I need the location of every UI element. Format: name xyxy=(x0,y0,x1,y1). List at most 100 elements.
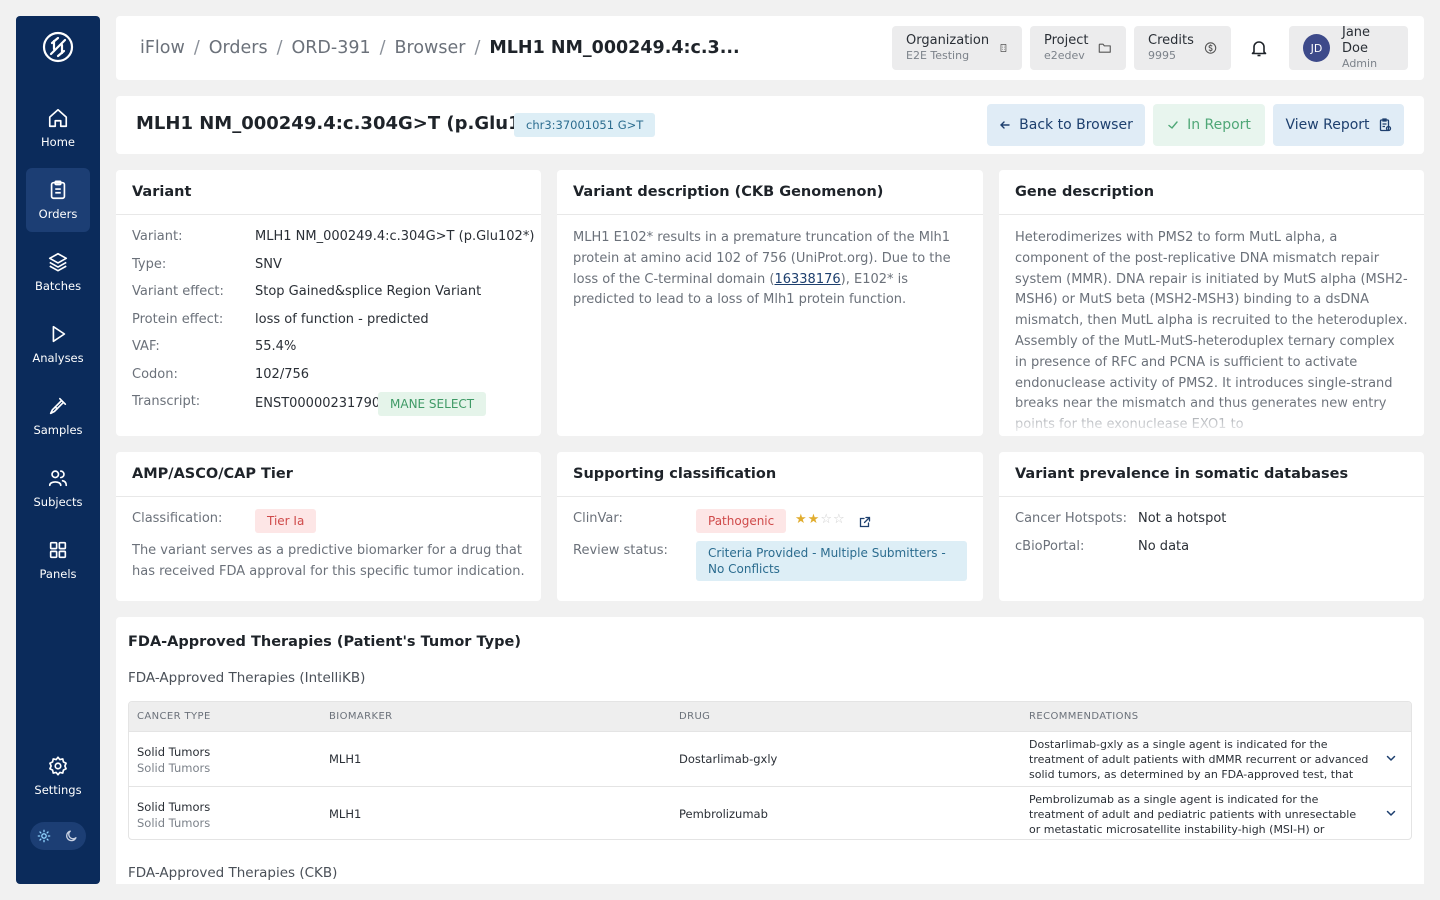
sidebar-item-analyses[interactable]: Analyses xyxy=(26,312,90,376)
sidebar-item-settings[interactable]: Settings xyxy=(26,744,90,808)
arrow-left-icon xyxy=(1000,121,1010,129)
breadcrumb-current: MLH1 NM_000249.4:c.3... xyxy=(489,38,740,58)
therapies-table: CANCER TYPE BIOMARKER DRUG RECOMMENDATIO… xyxy=(128,701,1412,840)
vaf-label: VAF: xyxy=(132,339,160,354)
breadcrumb-order[interactable]: ORD-391 xyxy=(291,38,370,58)
user-role: Admin xyxy=(1341,57,1378,70)
cbioportal-label: cBioPortal: xyxy=(1015,539,1085,554)
credits-display[interactable]: Credits 9995 xyxy=(1134,26,1231,70)
supporting-classification-card: Supporting classification ClinVar: Patho… xyxy=(557,452,983,601)
sidebar-item-label: Subjects xyxy=(33,495,83,509)
theme-toggle[interactable] xyxy=(30,822,86,850)
user-name: Jane Doe xyxy=(1341,25,1371,56)
vaf-value: 55.4% xyxy=(255,339,297,354)
therapies-ckb-subtitle: FDA-Approved Therapies (CKB) xyxy=(128,865,338,881)
moon-icon[interactable] xyxy=(65,829,79,843)
chevron-down-icon[interactable] xyxy=(1384,806,1398,820)
report-icon xyxy=(1379,118,1391,132)
protein-effect-value: loss of function - predicted xyxy=(255,312,429,327)
top-header: iFlow / Orders / ORD-391 / Browser / MLH… xyxy=(116,16,1424,80)
sidebar-item-samples[interactable]: Samples xyxy=(26,384,90,448)
sidebar-item-label: Analyses xyxy=(32,351,84,365)
variant-effect-value: Stop Gained&splice Region Variant xyxy=(255,284,482,299)
drug-cell: Pembrolizumab xyxy=(679,807,768,821)
bell-icon[interactable] xyxy=(1249,38,1269,58)
back-to-browser-button[interactable]: Back to Browser xyxy=(987,104,1145,146)
settings-label: Settings xyxy=(34,783,82,797)
sidebar-item-batches[interactable]: Batches xyxy=(26,240,90,304)
project-selector[interactable]: Project e2edev xyxy=(1030,26,1126,70)
therapies-intellikb-subtitle: FDA-Approved Therapies (IntelliKB) xyxy=(128,670,366,686)
check-icon xyxy=(1168,121,1178,129)
sidebar-item-subjects[interactable]: Subjects xyxy=(26,456,90,520)
recommendation-cell: Pembrolizumab as a single agent is indic… xyxy=(1029,793,1357,836)
transcript-value: ENST00000231790 xyxy=(255,396,381,411)
table-row[interactable]: Solid Tumors Solid Tumors MLH1 Dostarlim… xyxy=(129,731,1411,786)
cancer-type-cell: Solid Tumors Solid Tumors xyxy=(137,744,210,776)
column-biomarker[interactable]: BIOMARKER xyxy=(329,711,393,722)
breadcrumb-orders[interactable]: Orders xyxy=(209,38,268,58)
view-report-label: View Report xyxy=(1285,117,1370,133)
type-label: Type: xyxy=(132,257,167,272)
sidebar-item-panels[interactable]: Panels xyxy=(26,528,90,592)
tier-card: AMP/ASCO/CAP Tier Classification: Tier I… xyxy=(116,452,541,601)
chevron-down-icon[interactable] xyxy=(1384,751,1398,765)
coin-icon xyxy=(1204,42,1217,54)
codon-value: 102/756 xyxy=(255,367,310,382)
in-report-button[interactable]: In Report xyxy=(1153,104,1265,146)
supporting-classification-title: Supporting classification xyxy=(557,452,983,497)
breadcrumb-browser[interactable]: Browser xyxy=(395,38,466,58)
therapies-title: FDA-Approved Therapies (Patient's Tumor … xyxy=(128,634,521,650)
organization-selector[interactable]: Organization E2E Testing xyxy=(892,26,1022,70)
column-drug[interactable]: DRUG xyxy=(679,711,710,722)
user-menu[interactable]: JD Jane Doe Admin xyxy=(1289,25,1408,70)
play-icon xyxy=(52,325,66,343)
clipboard-icon xyxy=(50,180,66,200)
biomarker-cell: MLH1 xyxy=(329,752,362,766)
pubmed-link[interactable]: 16338176 xyxy=(774,272,840,287)
gene-description-card: Gene description Heterodimerizes with PM… xyxy=(999,170,1424,436)
prevalence-card: Variant prevalence in somatic databases … xyxy=(999,452,1424,601)
sun-icon[interactable] xyxy=(37,829,51,843)
project-title: Project xyxy=(1044,33,1089,48)
breadcrumb-separator: / xyxy=(379,38,386,58)
app-logo-icon[interactable] xyxy=(41,30,75,64)
tier-badge: Tier Ia xyxy=(255,509,317,533)
variant-card: Variant Variant: MLH1 NM_000249.4:c.304G… xyxy=(116,170,541,436)
organization-title: Organization xyxy=(906,33,990,48)
type-value: SNV xyxy=(255,257,282,272)
sidebar-item-label: Samples xyxy=(33,423,83,437)
star-filled-icon: ★ xyxy=(795,512,808,527)
star-rating: ★★☆☆ xyxy=(795,512,846,527)
external-link-icon[interactable] xyxy=(859,513,871,528)
star-empty-icon: ☆ xyxy=(832,512,846,527)
breadcrumb-separator: / xyxy=(474,38,481,58)
prevalence-title: Variant prevalence in somatic databases xyxy=(999,452,1424,497)
classification-label: Classification: xyxy=(132,511,223,526)
in-report-label: In Report xyxy=(1187,117,1251,133)
cancer-type: Solid Tumors xyxy=(137,800,211,814)
column-cancer-type[interactable]: CANCER TYPE xyxy=(137,711,211,722)
variant-description-card: Variant description (CKB Genomenon) MLH1… xyxy=(557,170,983,436)
home-icon xyxy=(48,108,68,128)
biomarker-cell: MLH1 xyxy=(329,807,362,821)
star-empty-icon: ☆ xyxy=(820,512,833,527)
variant-title-bar: MLH1 NM_000249.4:c.304G>T (p.Glu102*) ch… xyxy=(116,96,1424,154)
sidebar: Home Orders Batches Analyses Samples Sub… xyxy=(16,16,100,884)
cancer-type-cell: Solid Tumors Solid Tumors xyxy=(137,799,210,831)
cancer-subtype: Solid Tumors xyxy=(137,816,211,830)
clinvar-label: ClinVar: xyxy=(573,511,623,526)
cancer-hotspots-label: Cancer Hotspots: xyxy=(1015,511,1127,526)
gene-description-title: Gene description xyxy=(999,170,1424,215)
sidebar-item-home[interactable]: Home xyxy=(26,96,90,160)
credits-value: 9995 xyxy=(1148,49,1176,62)
tier-card-title: AMP/ASCO/CAP Tier xyxy=(116,452,541,497)
gear-icon xyxy=(49,756,67,776)
table-row[interactable]: Solid Tumors Solid Tumors MLH1 Pembroliz… xyxy=(129,786,1411,839)
breadcrumb-iflow[interactable]: iFlow xyxy=(140,38,185,58)
column-recommendations[interactable]: RECOMMENDATIONS xyxy=(1029,711,1139,722)
variant-value: MLH1 NM_000249.4:c.304G>T (p.Glu102*) xyxy=(255,229,535,244)
sidebar-item-orders[interactable]: Orders xyxy=(26,168,90,232)
review-status-badge: Criteria Provided - Multiple Submitters … xyxy=(696,541,967,581)
view-report-button[interactable]: View Report xyxy=(1273,104,1404,146)
